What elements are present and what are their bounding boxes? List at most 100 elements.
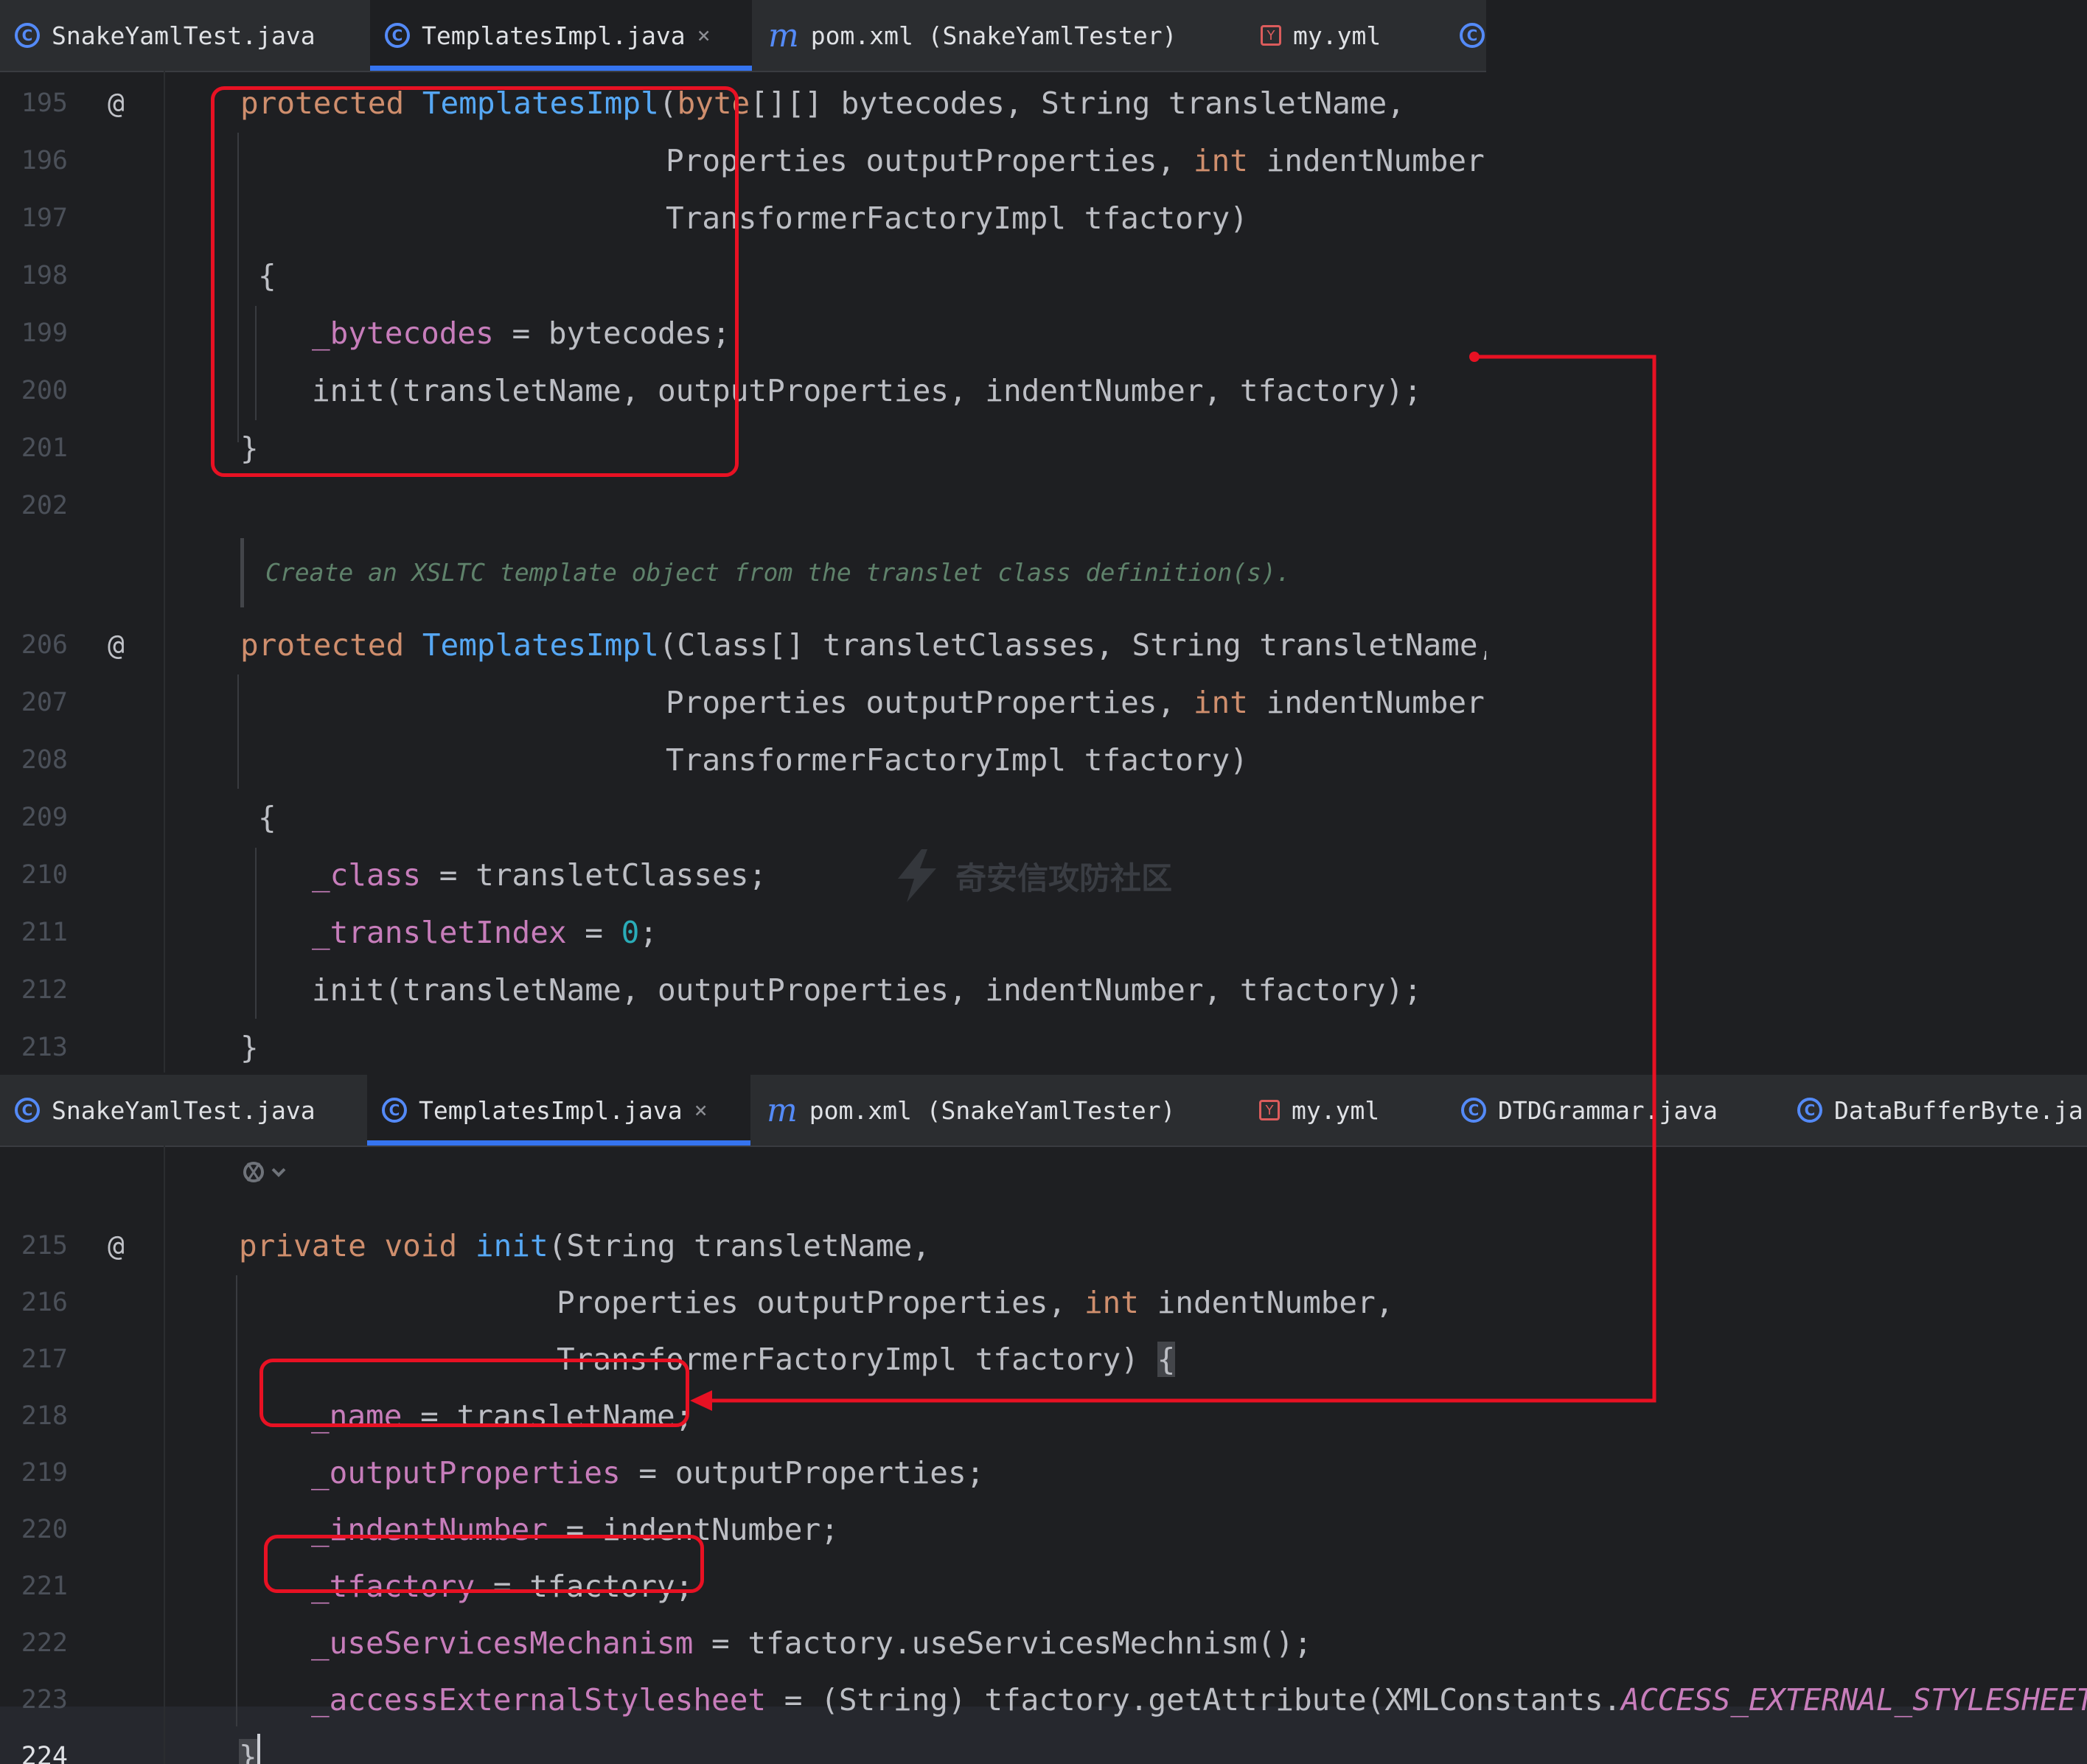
code-line-210[interactable]: _class = transletClasses; bbox=[312, 846, 767, 904]
line-number: 202 bbox=[21, 491, 68, 520]
line-number: 209 bbox=[21, 803, 68, 832]
editor-tab-bar: C SnakeYamlTest.java C TemplatesImpl.jav… bbox=[0, 1075, 2087, 1147]
code-text: = (String) tfactory.getAttribute(XMLCons… bbox=[766, 1682, 1622, 1718]
ai-hint-icon[interactable] bbox=[240, 1156, 290, 1190]
java-class-icon: C bbox=[382, 1098, 407, 1123]
tab-templatesimpl[interactable]: C TemplatesImpl.java × bbox=[367, 1075, 750, 1146]
line-number: 211 bbox=[21, 918, 68, 947]
tab-label: DTDGrammar.java bbox=[1498, 1095, 1718, 1125]
gutter-divider bbox=[164, 1146, 165, 1764]
line-number: 215 bbox=[21, 1231, 68, 1261]
code-line-208[interactable]: TransformerFactoryImpl tfactory) bbox=[666, 731, 1248, 789]
line-number: 218 bbox=[21, 1401, 68, 1431]
watermark-bolt-icon bbox=[898, 849, 936, 902]
code-line-213[interactable]: } bbox=[240, 1019, 259, 1073]
indent-guide bbox=[255, 848, 257, 1019]
java-class-icon: C bbox=[1797, 1098, 1822, 1123]
tab-label: TemplatesImpl.java bbox=[422, 21, 686, 50]
field-name: _accessExternalStylesheet bbox=[311, 1682, 767, 1718]
tab-label: my.yml bbox=[1292, 1095, 1380, 1125]
code-line-215[interactable]: private void init(String transletName, bbox=[239, 1217, 930, 1275]
tab-label: SnakeYamlTest.java bbox=[52, 1095, 316, 1125]
line-number: 199 bbox=[21, 318, 68, 348]
java-class-icon: C bbox=[15, 1098, 40, 1123]
code-line-212[interactable]: init(transletName, outputProperties, ind… bbox=[312, 961, 1422, 1019]
close-icon[interactable]: × bbox=[694, 1098, 708, 1123]
tab-label: my.yml bbox=[1293, 21, 1382, 50]
annotation-box-tfactory bbox=[264, 1535, 704, 1593]
line-number: 210 bbox=[21, 860, 68, 890]
java-class-icon: C bbox=[15, 23, 40, 48]
watermark: 奇安信攻防社区 bbox=[893, 848, 1172, 904]
code-text: indentNumber, bbox=[1247, 685, 1486, 720]
doc-comment: Create an XSLTC template object from the… bbox=[265, 558, 1291, 587]
line-number: 206 bbox=[21, 630, 68, 660]
keyword: protected bbox=[240, 627, 405, 663]
keyword: int bbox=[1193, 685, 1248, 720]
yaml-icon: Y bbox=[1261, 25, 1281, 46]
tab-pom-xml[interactable]: m pom.xml (SnakeYamlTester) bbox=[753, 0, 1225, 71]
tab-my-yml[interactable]: Y my.yml bbox=[1246, 0, 1438, 71]
constant-name: ACCESS_EXTERNAL_STYLESHEET bbox=[1621, 1682, 2087, 1718]
line-number: 195 bbox=[21, 88, 68, 118]
tab-my-yml[interactable]: Y my.yml bbox=[1244, 1075, 1436, 1146]
code-line-211[interactable]: _transletIndex = 0; bbox=[312, 904, 658, 961]
line-number: 200 bbox=[21, 376, 68, 405]
tab-truncated[interactable]: C bbox=[1445, 0, 1486, 71]
indent-guide bbox=[237, 674, 239, 789]
code-line-196[interactable]: Properties outputProperties, int indentN… bbox=[666, 132, 1486, 189]
code-text: [][] bytecodes, String transletName, bbox=[750, 86, 1405, 121]
code-line-207[interactable]: Properties outputProperties, int indentN… bbox=[666, 674, 1486, 731]
code-line-224[interactable]: } bbox=[239, 1728, 257, 1764]
number-literal: 0 bbox=[621, 915, 640, 950]
code-text: = outputProperties; bbox=[620, 1455, 985, 1491]
code-line-222[interactable]: _useServicesMechanism = tfactory.useServ… bbox=[311, 1614, 1312, 1672]
line-number: 220 bbox=[21, 1515, 68, 1544]
close-icon[interactable]: × bbox=[697, 23, 711, 49]
code-text: = transletClasses; bbox=[421, 857, 767, 893]
watermark-text: 奇安信攻防社区 bbox=[955, 860, 1173, 896]
code-text: indentNumber, bbox=[1247, 143, 1486, 178]
line-number: 207 bbox=[21, 688, 68, 717]
code-text: ; bbox=[639, 915, 658, 950]
code-line-206[interactable]: protected TemplatesImpl(Class[] translet… bbox=[240, 616, 1486, 674]
override-marker-icon[interactable]: @ bbox=[108, 616, 125, 674]
code-line-219[interactable]: _outputProperties = outputProperties; bbox=[311, 1444, 984, 1502]
indent-guide bbox=[236, 1275, 237, 1726]
line-number: 208 bbox=[21, 745, 68, 775]
text-cursor bbox=[257, 1734, 260, 1764]
editor-pane-top[interactable]: C SnakeYamlTest.java C TemplatesImpl.jav… bbox=[0, 0, 1486, 1073]
field-name: _transletIndex bbox=[312, 915, 567, 950]
code-text: (String transletName, bbox=[548, 1228, 931, 1263]
matched-brace: { bbox=[1157, 1342, 1176, 1377]
override-marker-icon[interactable]: @ bbox=[108, 1217, 125, 1275]
editor-pane-bottom[interactable]: C SnakeYamlTest.java C TemplatesImpl.jav… bbox=[0, 1075, 2087, 1764]
line-number: 217 bbox=[21, 1345, 68, 1374]
code-line-216[interactable]: Properties outputProperties, int indentN… bbox=[557, 1274, 1393, 1331]
gutter-divider bbox=[164, 71, 165, 1073]
field-name: _outputProperties bbox=[311, 1455, 621, 1491]
code-line-209[interactable]: { bbox=[258, 789, 276, 846]
override-marker-icon[interactable]: @ bbox=[108, 74, 125, 132]
line-number: 216 bbox=[21, 1288, 68, 1317]
tab-templatesimpl[interactable]: C TemplatesImpl.java × bbox=[370, 0, 752, 71]
java-class-icon: C bbox=[1460, 23, 1485, 48]
tab-snakeyamltest[interactable]: C SnakeYamlTest.java bbox=[0, 1075, 366, 1146]
code-text: = tfactory.useServicesMechnism(); bbox=[693, 1625, 1312, 1661]
code-text: = bbox=[566, 915, 621, 950]
code-line-197[interactable]: TransformerFactoryImpl tfactory) bbox=[666, 189, 1248, 247]
tab-databufferbyte[interactable]: C DataBufferByte.ja bbox=[1783, 1075, 2087, 1146]
code-line-223[interactable]: _accessExternalStylesheet = (String) tfa… bbox=[311, 1671, 2087, 1729]
code-text: Properties outputProperties, bbox=[666, 685, 1194, 720]
editor-tab-bar: C SnakeYamlTest.java C TemplatesImpl.jav… bbox=[0, 0, 1486, 72]
doc-comment-bar bbox=[240, 538, 244, 607]
java-class-icon: C bbox=[1461, 1098, 1486, 1123]
line-number: 222 bbox=[21, 1628, 68, 1658]
tab-snakeyamltest[interactable]: C SnakeYamlTest.java bbox=[0, 0, 369, 71]
annotation-box-constructor bbox=[211, 86, 739, 477]
tab-pom-xml[interactable]: m pom.xml (SnakeYamlTester) bbox=[752, 1075, 1224, 1146]
tab-dtdgrammar[interactable]: C DTDGrammar.java bbox=[1446, 1075, 1771, 1146]
line-number: 212 bbox=[21, 975, 68, 1005]
annotation-box-name bbox=[259, 1359, 689, 1427]
maven-icon: m bbox=[768, 16, 799, 55]
